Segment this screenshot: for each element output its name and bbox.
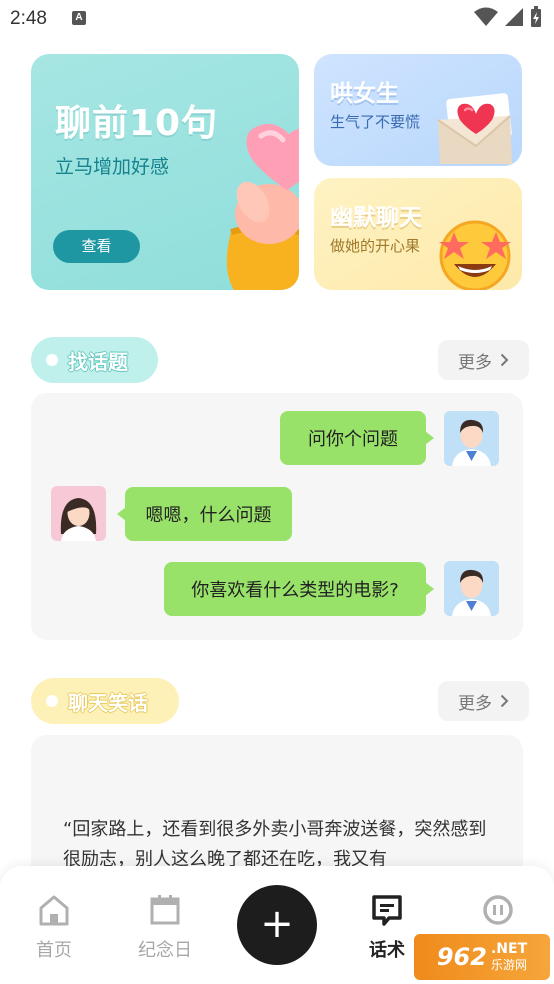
banner-humor-subtitle: 做她的开心果: [330, 237, 421, 255]
status-time: 2:48: [10, 8, 47, 29]
section-title-jokes: 聊天笑话: [31, 678, 179, 724]
wifi-icon: [474, 7, 498, 26]
banner-main-subtitle: 立马增加好感: [55, 156, 170, 178]
topics-more-button[interactable]: 更多: [438, 340, 529, 380]
nav-profile[interactable]: [458, 894, 538, 936]
section-dot: [46, 354, 58, 366]
star-eyes-emoji-icon: [439, 220, 511, 290]
jokes-more-button[interactable]: 更多: [438, 681, 529, 721]
chat-script-icon: [372, 895, 402, 926]
section-dot: [46, 695, 58, 707]
battery-charging-icon: [531, 6, 541, 27]
signal-icon: [505, 8, 523, 26]
watermark-brand: 962: [436, 943, 487, 971]
notification-a-icon: A: [72, 11, 86, 25]
watermark-suffix: .NET: [490, 941, 528, 957]
chat-bubble-right: 问你个问题: [280, 411, 434, 465]
chevron-right-icon: [500, 694, 509, 708]
watermark-sub: 乐游网: [490, 958, 527, 972]
more-label: 更多: [458, 352, 492, 373]
watermark-text-group: .NET 乐游网: [491, 941, 527, 973]
view-button[interactable]: 查看: [53, 230, 140, 263]
section-topics-label: 找话题: [68, 349, 128, 374]
banner-first-ten-lines[interactable]: 聊前10句 立马增加好感 查看: [31, 54, 299, 290]
boy-avatar: [444, 411, 499, 466]
calendar-icon: [150, 895, 180, 925]
profile-icon: [483, 895, 513, 925]
banner-coax-title: 哄女生: [330, 81, 399, 107]
add-button[interactable]: +: [237, 885, 317, 965]
banner-coax-girl[interactable]: 哄女生 生气了不要慌: [314, 54, 522, 166]
section-title-topics: 找话题: [31, 337, 158, 383]
nav-home-label: 首页: [36, 940, 72, 961]
banner-coax-subtitle: 生气了不要慌: [330, 113, 421, 131]
girl-avatar: [51, 486, 106, 541]
home-icon: [39, 895, 69, 926]
status-icons: [474, 6, 542, 28]
banner-humor-title: 幽默聊天: [330, 205, 422, 231]
chat-bubble-right: 你喜欢看什么类型的电影?: [164, 562, 434, 616]
more-label: 更多: [458, 693, 492, 714]
banner-humor-chat[interactable]: 幽默聊天 做她的开心果: [314, 178, 522, 290]
chevron-right-icon: [500, 353, 509, 367]
love-letter-icon: [437, 93, 512, 164]
chat-bubble-left: 嗯嗯，什么问题: [117, 487, 292, 541]
nav-anniversary-label: 纪念日: [138, 940, 192, 961]
section-jokes-label: 聊天笑话: [68, 690, 148, 715]
topics-chat-panel[interactable]: 问你个问题 嗯嗯，什么问题 你喜欢看什么类型的电影?: [31, 393, 523, 640]
status-bar: 2:48 A: [0, 0, 554, 40]
boy-avatar: [444, 561, 499, 616]
site-watermark-logo: 962 .NET 乐游网: [414, 934, 550, 980]
finger-heart-hand-icon: [226, 124, 299, 290]
nav-anniversary[interactable]: 纪念日: [125, 894, 205, 962]
nav-home[interactable]: 首页: [14, 894, 94, 962]
